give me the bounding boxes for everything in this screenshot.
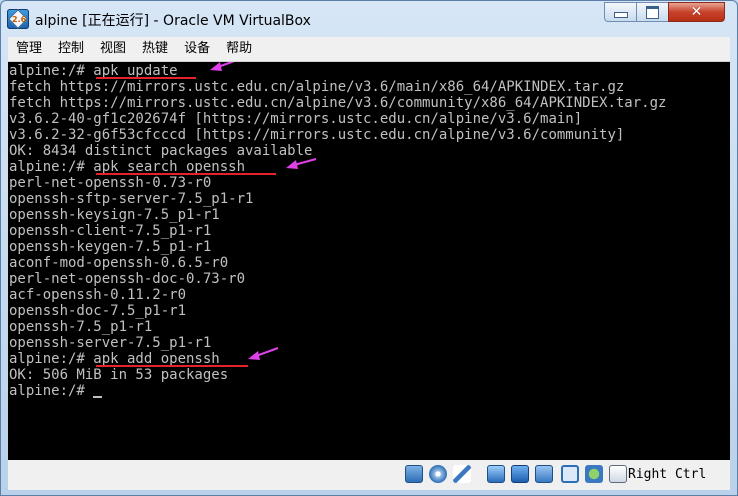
terminal-line: aconf-mod-openssh-0.6.5-r0	[9, 255, 229, 271]
window-title: alpine [正在运行] - Oracle VM VirtualBox	[35, 13, 311, 29]
virtualbox-icon[interactable]: 2.6	[7, 9, 29, 29]
menu-hotkeys[interactable]: 热键	[134, 37, 176, 61]
annotation-arrow-icon	[210, 62, 235, 71]
title-bar[interactable]: 2.6 alpine [正在运行] - Oracle VM VirtualBox…	[1, 1, 737, 37]
close-button[interactable]: ✕	[668, 2, 725, 22]
terminal-line: v3.6.2-32-g6f53cfcccd [https://mirrors.u…	[9, 127, 625, 143]
video-capture-icon[interactable]	[561, 465, 579, 483]
host-key-label[interactable]: Right Ctrl	[628, 467, 706, 482]
virtualbox-window: 2.6 alpine [正在运行] - Oracle VM VirtualBox…	[0, 0, 738, 496]
terminal-prompt-line: alpine:/#	[9, 383, 103, 399]
red-underline	[96, 365, 248, 367]
menu-control[interactable]: 控制	[50, 37, 92, 61]
status-bar: Right Ctrl	[8, 460, 730, 490]
network-icon[interactable]	[487, 465, 505, 483]
usb-icon[interactable]	[453, 465, 471, 483]
menu-devices[interactable]: 设备	[176, 37, 218, 61]
minimize-button[interactable]	[604, 2, 637, 22]
terminal-line: openssh-doc-7.5_p1-r1	[9, 303, 187, 319]
terminal-line: acf-openssh-0.11.2-r0	[9, 287, 187, 303]
terminal-line: openssh-server-7.5_p1-r1	[9, 335, 212, 351]
terminal-line: openssh-sftp-server-7.5_p1-r1	[9, 191, 254, 207]
red-underline	[96, 77, 196, 79]
terminal-line: perl-net-openssh-0.73-r0	[9, 175, 212, 191]
terminal-line: openssh-7.5_p1-r1	[9, 319, 153, 335]
menu-help[interactable]: 帮助	[218, 37, 260, 61]
annotation-arrow-icon	[286, 158, 317, 169]
annotation-arrow-icon	[248, 347, 279, 360]
text-cursor	[93, 396, 103, 398]
terminal-line: openssh-keysign-7.5_p1-r1	[9, 207, 220, 223]
menu-bar: 管理 控制 视图 热键 设备 帮助	[8, 37, 730, 62]
close-icon: ✕	[690, 4, 703, 20]
terminal-line: openssh-keygen-7.5_p1-r1	[9, 239, 212, 255]
shared-folders-icon[interactable]	[511, 465, 529, 483]
minimize-icon	[613, 12, 628, 18]
optical-drive-icon[interactable]	[429, 465, 447, 483]
terminal-line: v3.6.2-40-gf1c202674f [https://mirrors.u…	[9, 111, 583, 127]
terminal-line: openssh-client-7.5_p1-r1	[9, 223, 212, 239]
cpu-virtualization-icon[interactable]	[585, 465, 603, 483]
menu-manage[interactable]: 管理	[8, 37, 50, 61]
vm-console[interactable]: alpine:/# apk update fetch https://mirro…	[8, 62, 730, 460]
display-icon[interactable]	[535, 465, 553, 483]
terminal-line: fetch https://mirrors.ustc.edu.cn/alpine…	[9, 95, 667, 111]
terminal-line: OK: 506 MiB in 53 packages	[9, 367, 229, 383]
red-underline	[96, 173, 276, 175]
terminal-line: OK: 8434 distinct packages available	[9, 143, 313, 159]
terminal-line: perl-net-openssh-doc-0.73-r0	[9, 271, 246, 287]
app-icon-badge: 2.6	[12, 15, 27, 24]
menu-view[interactable]: 视图	[92, 37, 134, 61]
hard-disk-icon[interactable]	[405, 465, 423, 483]
mouse-integration-icon[interactable]	[609, 465, 627, 483]
terminal-prompt: alpine:/#	[9, 383, 94, 399]
terminal-line: fetch https://mirrors.ustc.edu.cn/alpine…	[9, 79, 625, 95]
maximize-icon	[646, 5, 659, 19]
maximize-button[interactable]	[636, 2, 669, 22]
